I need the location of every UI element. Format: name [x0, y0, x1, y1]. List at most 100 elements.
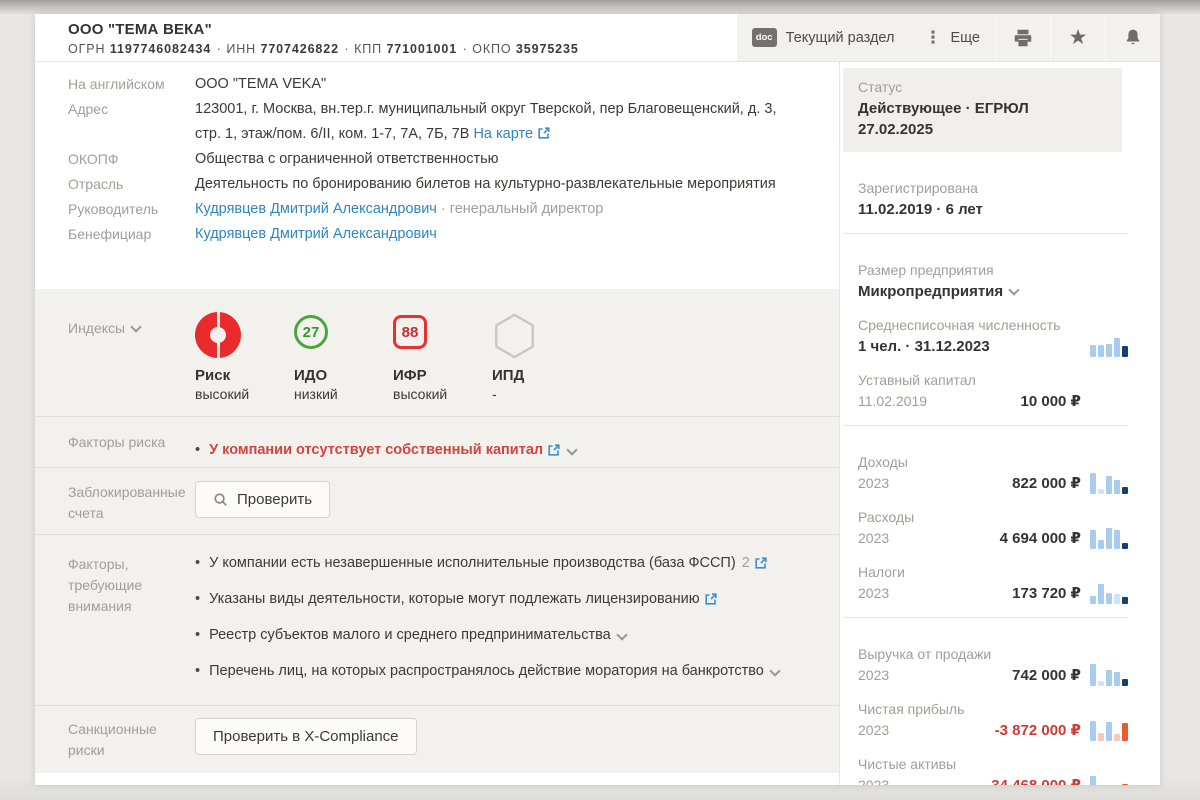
okpo: ОКПО 35975235 [472, 42, 579, 56]
star-icon [1069, 27, 1088, 49]
risk-factors-section: Факторы риска У компании отсутствует соб… [35, 416, 839, 467]
kpp: КПП 771001001 [354, 42, 472, 56]
sidebar: Статус Действующее · ЕГРЮЛ 27.02.2025 За… [839, 62, 1160, 785]
badge-risk[interactable]: Риск высокий [195, 312, 277, 416]
chevron-down-icon[interactable] [566, 444, 577, 455]
sidebar-divider [843, 233, 1128, 234]
stat-taxes: Налоги 2023 173 720 ₽ [843, 562, 1128, 604]
stat-expenses: Расходы 2023 4 694 000 ₽ [843, 507, 1128, 549]
badge-ipd[interactable]: ИПД - [492, 312, 574, 416]
status-tile: Статус Действующее · ЕГРЮЛ 27.02.2025 [843, 68, 1122, 152]
external-link-icon[interactable] [704, 592, 718, 606]
company-header: ООО "ТЕМА ВЕКА" ОГРН 1197746082434ИНН 77… [35, 14, 737, 61]
topbar: ООО "ТЕМА ВЕКА" ОГРН 1197746082434ИНН 77… [35, 14, 1160, 62]
doc-icon: doc [752, 28, 777, 47]
field-value: Кудрявцев Дмитрий Александровичгенеральн… [195, 197, 799, 222]
company-details: На английском ООО "ТЕМА VEKA" Адрес 1230… [35, 62, 839, 268]
check-xcompliance-button[interactable]: Проверить в X-Compliance [195, 718, 417, 755]
sidebar-divider [843, 617, 1128, 618]
index-badges: Риск высокий 27 ИДО низкий 88 ИФР высоки… [195, 289, 799, 416]
capital-date: 11.02.2019 [858, 393, 927, 409]
sanction-risks-section: Санкционные риски Проверить в X-Complian… [35, 705, 839, 773]
blocked-accounts-section: Заблокированные счета Проверить [35, 467, 839, 534]
badge-ido[interactable]: 27 ИДО низкий [294, 312, 376, 416]
risk-donut-icon [195, 312, 241, 358]
headcount-sparkline[interactable] [1090, 335, 1128, 357]
company-size-block: Размер предприятия Микропредприятия [843, 260, 1128, 302]
external-link-icon[interactable] [754, 556, 768, 570]
attention-item-fssp[interactable]: У компании есть незавершенные исполнител… [195, 555, 799, 571]
ceo-link[interactable]: Кудрявцев Дмитрий Александрович [195, 201, 437, 217]
company-name: ООО "ТЕМА ВЕКА" [68, 21, 737, 38]
external-link-icon[interactable] [537, 126, 551, 140]
chevron-down-icon[interactable] [769, 665, 780, 676]
favorite-button[interactable] [1051, 14, 1105, 61]
check-blocked-accounts-button[interactable]: Проверить [195, 481, 330, 518]
stat-sparkline[interactable] [1090, 774, 1128, 785]
attention-item-moratorium[interactable]: Перечень лиц, на которых распространялос… [195, 663, 799, 679]
risk-factor-item: У компании отсутствует собственный капит… [195, 417, 799, 467]
stat-sparkline[interactable] [1090, 719, 1128, 741]
sidebar-divider [843, 425, 1128, 426]
attention-item-sme-registry[interactable]: Реестр субъектов малого и среднего предп… [195, 627, 799, 643]
stat-value: 742 000 ₽ [889, 666, 1081, 684]
detail-row-address: Адрес 123001, г. Москва, вн.тер.г. муниц… [68, 97, 799, 147]
detail-row-english-name: На английском ООО "ТЕМА VEKA" [68, 72, 799, 97]
toolbar: doc Текущий раздел Еще [737, 14, 1160, 61]
capital-value: 10 000 ₽ [927, 392, 1081, 410]
detail-row-beneficiary: Бенефициар Кудрявцев Дмитрий Александров… [68, 222, 799, 247]
field-label: Руководитель [68, 197, 195, 222]
field-label: Бенефициар [68, 222, 195, 247]
field-label: Адрес [68, 97, 195, 147]
detail-row-industry: Отрасль Деятельность по бронированию бил… [68, 172, 799, 197]
spark-spacer [1090, 390, 1128, 412]
chevron-down-icon[interactable] [130, 321, 141, 332]
external-link-icon[interactable] [547, 443, 561, 457]
field-value: Кудрявцев Дмитрий Александрович [195, 222, 799, 247]
chevron-down-icon[interactable] [616, 629, 627, 640]
more-button[interactable]: Еще [909, 14, 995, 61]
badge-ifr[interactable]: 88 ИФР высокий [393, 312, 475, 416]
risk-panel: Индексы Риск высокий 27 ИДО низкий [35, 289, 839, 773]
stat-value: 4 694 000 ₽ [889, 529, 1081, 547]
registered-block: Зарегистрирована 11.02.2019 · 6 лет [843, 178, 1128, 220]
company-profile-card: ООО "ТЕМА ВЕКА" ОГРН 1197746082434ИНН 77… [35, 14, 1160, 785]
beneficiary-link[interactable]: Кудрявцев Дмитрий Александрович [195, 226, 437, 242]
print-button[interactable] [996, 14, 1050, 61]
stat-sparkline[interactable] [1090, 582, 1128, 604]
stat-net-profit: Чистая прибыль 2023 -3 872 000 ₽ [843, 699, 1128, 741]
stat-net-assets: Чистые активы 2023 -34 468 000 ₽ [843, 754, 1128, 785]
stat-value: 822 000 ₽ [889, 474, 1081, 492]
risk-factor-text[interactable]: У компании отсутствует собственный капит… [209, 442, 543, 458]
stat-sparkline[interactable] [1090, 664, 1128, 686]
headcount-value: 1 чел. · 31.12.2023 [858, 338, 1081, 355]
current-section-button[interactable]: doc Текущий раздел [737, 14, 910, 61]
ido-score-icon: 27 [294, 315, 328, 349]
attention-factors-section: Факторы, требующие внимания У компании е… [35, 534, 839, 705]
risk-factors-label: Факторы риска [68, 417, 195, 467]
stat-value: -34 468 000 ₽ [889, 776, 1081, 785]
stat-revenue: Выручка от продажи 2023 742 000 ₽ [843, 644, 1128, 686]
stat-incomes: Доходы 2023 822 000 ₽ [843, 452, 1128, 494]
status-label: Статус [858, 77, 1107, 97]
indexes-label: Индексы [68, 289, 195, 416]
field-label: Отрасль [68, 172, 195, 197]
stat-sparkline[interactable] [1090, 527, 1128, 549]
fssp-count: 2 [742, 555, 750, 571]
ogrn: ОГРН 1197746082434 [68, 42, 226, 56]
notifications-button[interactable] [1106, 14, 1160, 61]
field-label: ОКОПФ [68, 147, 195, 172]
chevron-down-icon[interactable] [1008, 284, 1019, 295]
bell-icon [1123, 27, 1143, 48]
attention-item-licensing[interactable]: Указаны виды деятельности, которые могут… [195, 591, 799, 607]
field-value: 123001, г. Москва, вн.тер.г. муниципальн… [195, 97, 799, 147]
main-column: На английском ООО "ТЕМА VEKA" Адрес 1230… [35, 62, 839, 785]
map-link[interactable]: На карте [473, 126, 533, 142]
stat-value: 173 720 ₽ [889, 584, 1081, 602]
more-label: Еще [950, 30, 980, 46]
search-icon [213, 492, 228, 507]
stat-sparkline[interactable] [1090, 472, 1128, 494]
blocked-accounts-label: Заблокированные счета [68, 468, 195, 534]
ceo-position: генеральный директор [437, 201, 604, 217]
indexes-section: Индексы Риск высокий 27 ИДО низкий [35, 289, 839, 416]
